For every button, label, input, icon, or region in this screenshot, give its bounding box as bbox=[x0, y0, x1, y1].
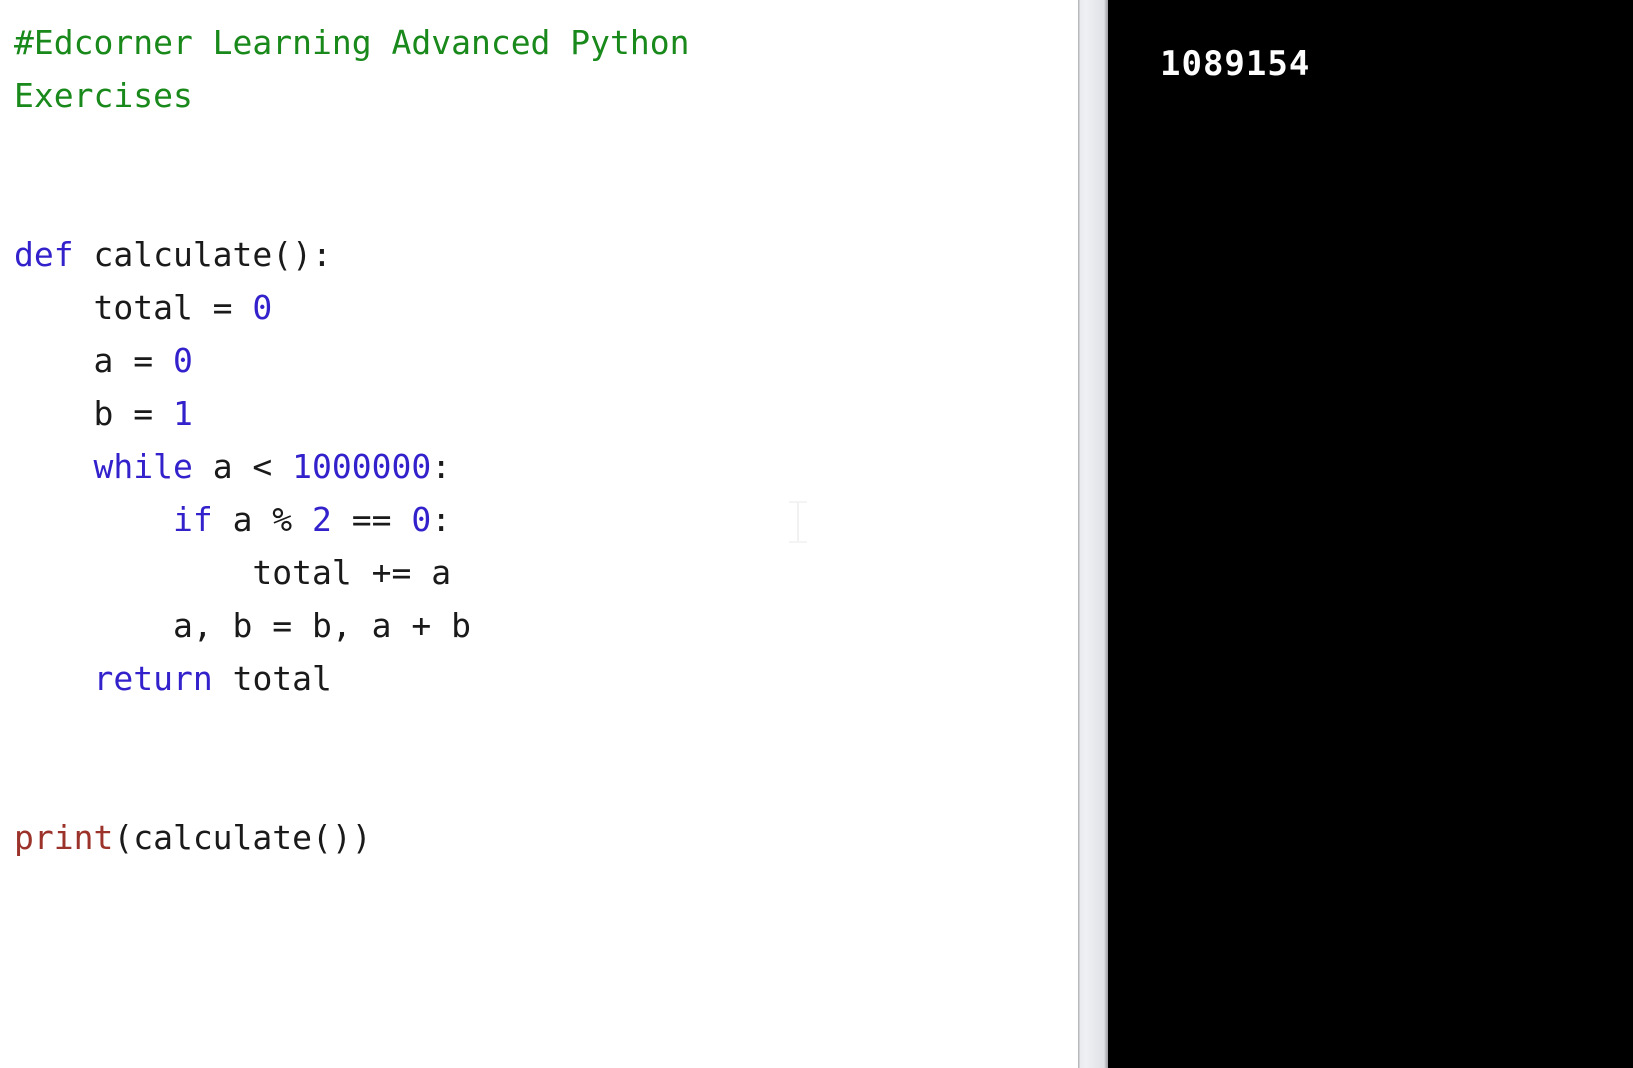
code-token-plain: total += a bbox=[14, 553, 452, 592]
code-line: total = 0 bbox=[14, 281, 1078, 334]
code-token-plain: total bbox=[212, 659, 332, 698]
code-token-number: 0 bbox=[252, 288, 273, 327]
code-token-plain: calculate(): bbox=[73, 235, 332, 274]
code-token-keyword: while bbox=[93, 447, 193, 486]
code-token-plain: a % bbox=[212, 500, 313, 539]
code-line: total += a bbox=[14, 546, 1078, 599]
code-token-keyword: if bbox=[172, 500, 213, 539]
code-token-plain: total = bbox=[14, 288, 253, 327]
code-token-plain: : bbox=[431, 447, 452, 486]
code-line: print(calculate()) bbox=[14, 811, 1078, 864]
console-output-text: 1089154 bbox=[1160, 44, 1311, 84]
code-editor-text[interactable]: #Edcorner Learning Advanced Python Exerci… bbox=[14, 16, 1078, 864]
code-token-number: 0 bbox=[172, 341, 193, 380]
code-line: a, b = b, a + b bbox=[14, 599, 1078, 652]
code-token-plain: (calculate()) bbox=[113, 818, 372, 857]
code-editor-app: #Edcorner Learning Advanced Python Exerci… bbox=[0, 0, 1633, 1068]
code-token-plain: a, b = b, a + b bbox=[14, 606, 471, 645]
code-token-number: 0 bbox=[411, 500, 432, 539]
code-line: while a < 1000000: bbox=[14, 440, 1078, 493]
code-token-builtin: print bbox=[14, 818, 114, 857]
pane-divider-scrollbar[interactable] bbox=[1078, 0, 1108, 1068]
code-line: Exercises bbox=[14, 69, 1078, 122]
editor-pane[interactable]: #Edcorner Learning Advanced Python Exerci… bbox=[0, 0, 1078, 1068]
code-token-number: 2 bbox=[312, 500, 332, 539]
code-line: return total bbox=[14, 652, 1078, 705]
code-line: def calculate(): bbox=[14, 228, 1078, 281]
code-token-plain: a = bbox=[14, 341, 173, 380]
output-console-pane[interactable]: 1089154 bbox=[1108, 0, 1633, 1068]
code-token-keyword: def bbox=[14, 235, 74, 274]
code-line: #Edcorner Learning Advanced Python bbox=[14, 16, 1078, 69]
code-token-plain: == bbox=[331, 500, 412, 539]
code-token-comment: #Edcorner Learning Advanced Python bbox=[14, 23, 690, 62]
code-token-number: 1 bbox=[172, 394, 193, 433]
code-token-plain: : bbox=[431, 500, 452, 539]
code-line: a = 0 bbox=[14, 334, 1078, 387]
code-token-keyword: return bbox=[93, 659, 213, 698]
code-token-plain: b = bbox=[14, 394, 173, 433]
code-line: if a % 2 == 0: bbox=[14, 493, 1078, 546]
code-token-comment: Exercises bbox=[14, 76, 193, 115]
code-token-plain: a < bbox=[192, 447, 293, 486]
code-token-number: 1000000 bbox=[292, 447, 432, 486]
code-line: b = 1 bbox=[14, 387, 1078, 440]
